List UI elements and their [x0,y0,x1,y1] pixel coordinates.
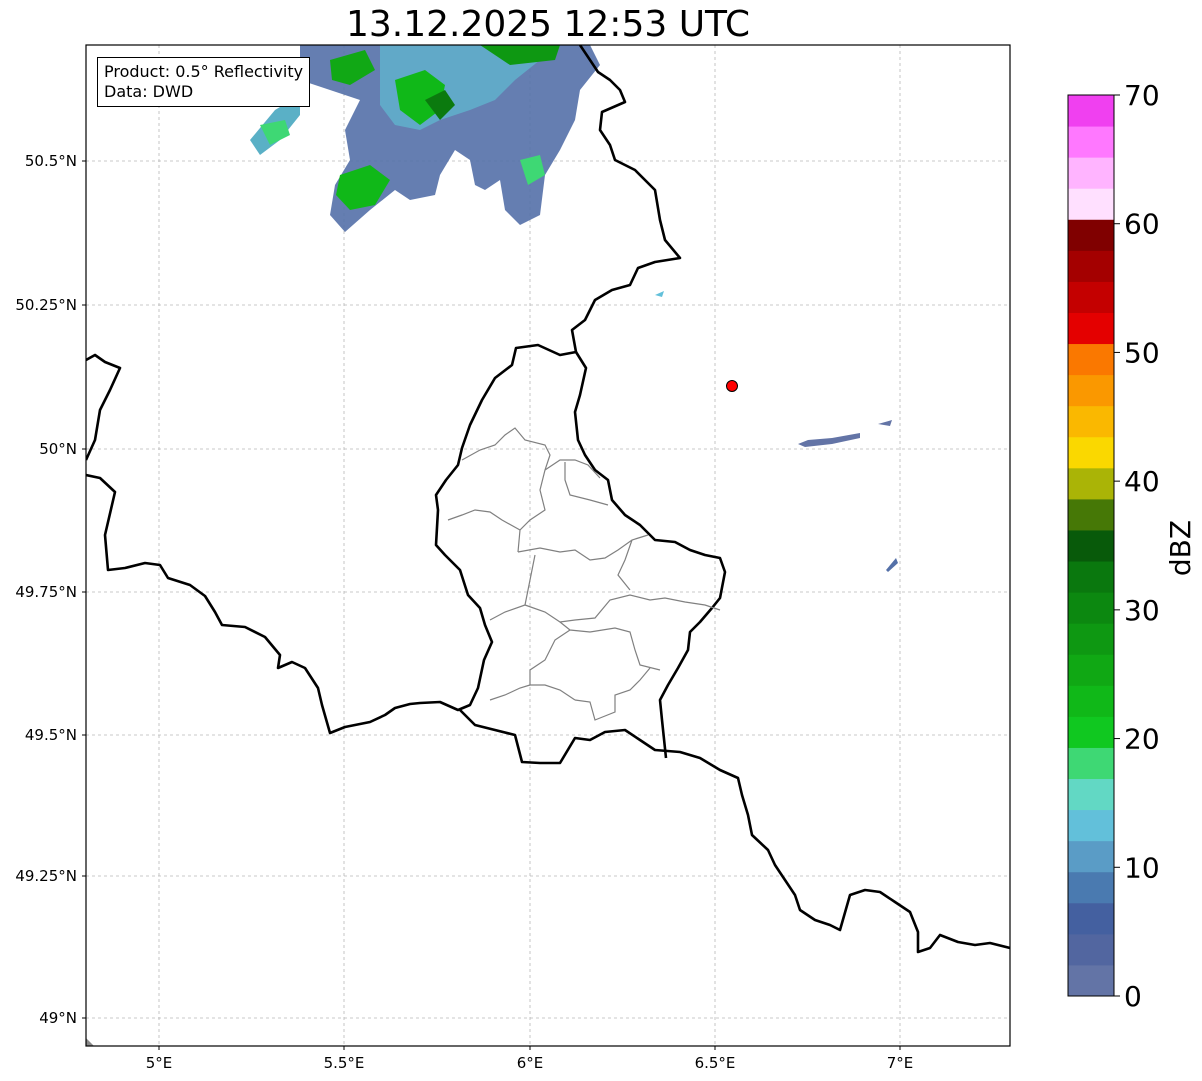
radar-map: 50.5°N 50.25°N 50°N 49.75°N 49.5°N 49.25… [15,44,1197,1072]
colorbar-tick-label: 60 [1124,208,1160,241]
colorbar-segment [1068,343,1114,376]
colorbar-segment [1068,188,1114,220]
colorbar-segment [1068,405,1114,438]
colorbar-segment [1068,964,1114,997]
lat-tick-label: 49.75°N [15,583,77,601]
colorbar-label: dBZ [1164,520,1197,576]
colorbar-ticks: 0 10 20 30 40 50 60 70 [1114,79,1160,1013]
lat-tick-label: 50.25°N [15,296,77,314]
colorbar [1068,95,1114,997]
colorbar-segment [1068,561,1114,593]
gridlines [86,45,1010,1046]
colorbar-segment [1068,374,1114,407]
lat-tick-label: 50.5°N [25,152,77,170]
colorbar-segment [1068,778,1114,811]
lat-tick-label: 49°N [39,1009,77,1027]
plot-frame [85,44,1011,1047]
lat-tick-label: 49.25°N [15,867,77,885]
lon-tick-label: 6°E [517,1054,544,1072]
colorbar-segment [1068,902,1114,935]
colorbar-tick-label: 0 [1124,980,1142,1013]
lat-tick-label: 49.5°N [25,726,77,744]
colorbar-segment [1068,716,1114,748]
colorbar-segment [1068,436,1114,469]
colorbar-segment [1068,157,1114,189]
colorbar-segment [1068,685,1114,717]
product-label: Product: 0.5° Reflectivity [104,62,304,81]
colorbar-tick-label: 30 [1124,594,1160,627]
colorbar-segment [1068,467,1114,500]
colorbar-segment [1068,654,1114,686]
data-source-label: Data: DWD [104,82,194,101]
colorbar-tick-label: 10 [1124,851,1160,884]
colorbar-segment [1068,281,1114,313]
colorbar-segment [1068,312,1114,345]
country-borders [86,45,1010,954]
colorbar-segment [1068,529,1114,562]
tick-marks [82,160,901,1050]
colorbar-tick-label: 40 [1124,465,1160,498]
colorbar-segment [1068,95,1114,127]
lon-tick-label: 5°E [146,1054,173,1072]
colorbar-tick-label: 20 [1124,723,1160,756]
lat-tick-label: 50°N [39,440,77,458]
district-borders [447,427,721,721]
colorbar-segment [1068,126,1114,158]
colorbar-segment [1068,219,1114,251]
lon-tick-label: 7°E [887,1054,914,1072]
colorbar-tick-label: 50 [1124,336,1160,369]
colorbar-segment [1068,871,1114,904]
colorbar-segment [1068,809,1114,842]
radar-site-marker[interactable] [726,380,738,392]
colorbar-segment [1068,498,1114,531]
colorbar-segment [1068,592,1114,624]
colorbar-segment [1068,623,1114,655]
colorbar-segment [1068,840,1114,873]
colorbar-segment [1068,250,1114,282]
colorbar-segment [1068,747,1114,780]
colorbar-segment [1068,933,1114,966]
lon-tick-label: 6.5°E [695,1054,736,1072]
colorbar-tick-label: 70 [1124,79,1160,112]
lon-tick-label: 5.5°E [324,1054,365,1072]
precipitation-echoes [86,45,898,1046]
product-info-box: Product: 0.5° Reflectivity Data: DWD [97,57,311,107]
